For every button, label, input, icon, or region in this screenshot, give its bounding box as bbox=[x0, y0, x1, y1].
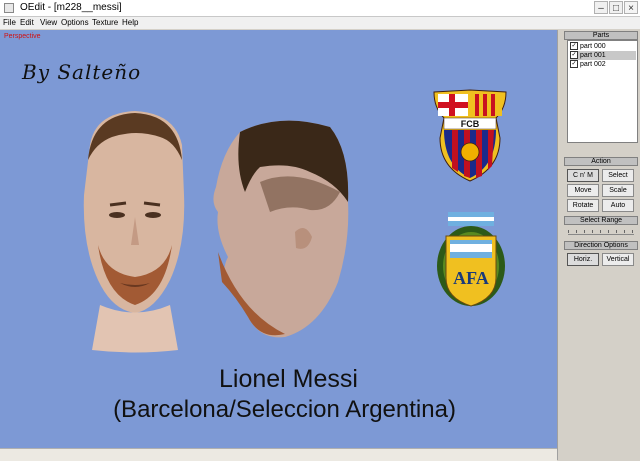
horizontal-button[interactable]: Horiz. bbox=[567, 253, 599, 266]
part-checkbox[interactable]: ✓ bbox=[570, 42, 578, 51]
view-mode-label: Perspective bbox=[4, 33, 41, 40]
caption-teams: (Barcelona/Seleccion Argentina) bbox=[113, 396, 456, 423]
head-model-side[interactable] bbox=[200, 112, 360, 342]
select-range-header: Select Range bbox=[564, 216, 638, 225]
title-bar: OEdit - [m228__messi] – □ × bbox=[0, 0, 640, 17]
caption-name: Lionel Messi bbox=[219, 365, 358, 393]
slider-rail bbox=[568, 234, 634, 235]
menu-options[interactable]: Options bbox=[61, 17, 89, 29]
tool-panel: Parts ✓ part 000 ✓ part 001 ✓ part 002 Acti… bbox=[557, 30, 640, 460]
cnm-button[interactable]: C n' M bbox=[567, 169, 599, 182]
menu-bar: File Edit View Options Texture Help bbox=[0, 17, 640, 29]
select-range-slider[interactable] bbox=[568, 230, 634, 236]
menu-help[interactable]: Help bbox=[122, 17, 138, 29]
part-label: part 000 bbox=[580, 43, 606, 50]
fcb-text: FCB bbox=[461, 119, 480, 129]
3d-viewport[interactable]: Perspective By Salteño FCB AFA Lionel Me… bbox=[0, 30, 557, 448]
window-title: OEdit - [m228__messi] bbox=[20, 2, 122, 13]
auto-button[interactable]: Auto bbox=[602, 199, 634, 212]
rotate-button[interactable]: Rotate bbox=[567, 199, 599, 212]
parts-list[interactable]: ✓ part 000 ✓ part 001 ✓ part 002 bbox=[567, 40, 638, 143]
vertical-button[interactable]: Vertical bbox=[602, 253, 634, 266]
parts-header: Parts bbox=[564, 31, 638, 40]
part-item-selected[interactable]: ✓ part 001 bbox=[570, 51, 636, 60]
move-button[interactable]: Move bbox=[567, 184, 599, 197]
part-item[interactable]: ✓ part 002 bbox=[570, 60, 636, 69]
select-button[interactable]: Select bbox=[602, 169, 634, 182]
part-item[interactable]: ✓ part 000 bbox=[570, 42, 636, 51]
part-label: part 002 bbox=[580, 61, 606, 68]
action-header: Action bbox=[564, 157, 638, 166]
scale-button[interactable]: Scale bbox=[602, 184, 634, 197]
part-label: part 001 bbox=[580, 52, 606, 59]
close-button[interactable]: × bbox=[624, 1, 638, 14]
direction-options-header: Direction Options bbox=[564, 241, 638, 250]
menu-texture[interactable]: Texture bbox=[92, 17, 118, 29]
barcelona-crest-icon: FCB bbox=[433, 89, 507, 182]
part-checkbox[interactable]: ✓ bbox=[570, 60, 578, 69]
part-checkbox[interactable]: ✓ bbox=[570, 51, 578, 60]
afa-crest-icon: AFA bbox=[437, 212, 505, 307]
afa-text: AFA bbox=[453, 268, 489, 288]
status-bar bbox=[0, 448, 557, 461]
menu-file[interactable]: File bbox=[3, 17, 16, 29]
maximize-button[interactable]: □ bbox=[609, 1, 623, 14]
author-byline: By Salteño bbox=[22, 60, 142, 84]
app-icon bbox=[4, 3, 14, 13]
head-model-front[interactable] bbox=[70, 105, 200, 355]
menu-view[interactable]: View bbox=[40, 17, 57, 29]
minimize-button[interactable]: – bbox=[594, 1, 608, 14]
menu-edit[interactable]: Edit bbox=[20, 17, 34, 29]
